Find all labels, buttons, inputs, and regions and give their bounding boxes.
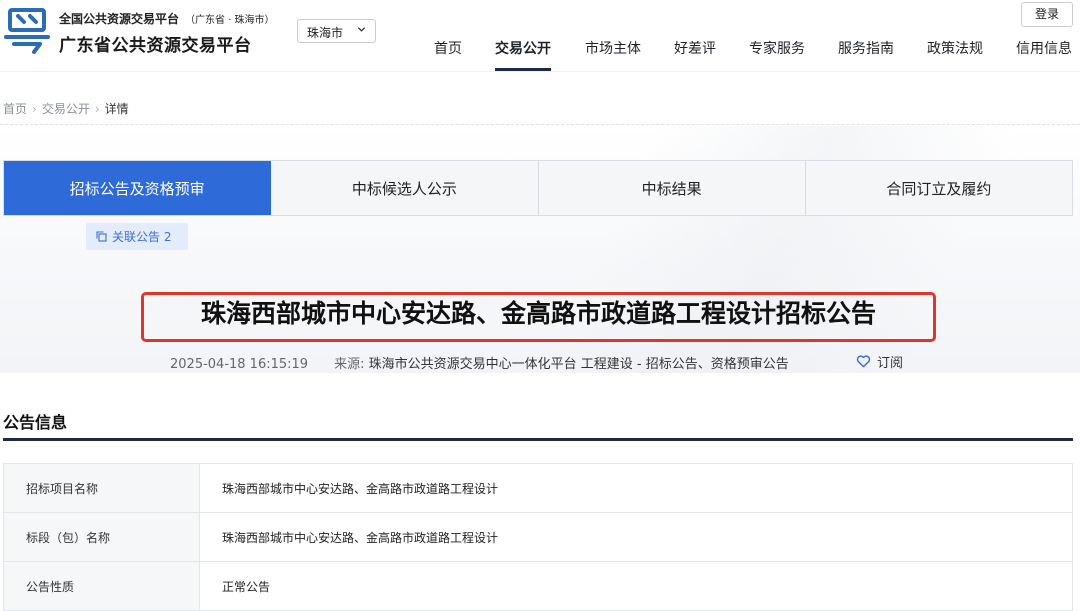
city-select[interactable]: 珠海市 [297, 19, 376, 43]
notice-title: 珠海西部城市中心安达路、金高路市政道路工程设计招标公告 [200, 299, 876, 328]
site-header: 全国公共资源交易平台 （广东省 · 珠海市） 广东省公共资源交易平台 珠海市 登录… [0, 0, 1080, 72]
tab-candidate-publicity[interactable]: 中标候选人公示 [271, 161, 539, 215]
breadcrumb-separator: › [32, 102, 37, 116]
info-value: 珠海西部城市中心安达路、金高路市政道路工程设计 [222, 530, 499, 545]
related-notices-label: 关联公告 2 [112, 230, 172, 244]
section-title-notice-info: 公告信息 [3, 413, 68, 432]
breadcrumb-home[interactable]: 首页 [3, 102, 27, 116]
nav-review[interactable]: 好差评 [674, 38, 716, 72]
nav-expert-service[interactable]: 专家服务 [749, 38, 805, 72]
info-key: 公告性质 [4, 562, 200, 610]
platform-logo-icon[interactable] [4, 6, 50, 54]
chevron-down-icon [357, 27, 366, 32]
notice-source: 珠海市公共资源交易中心一体化平台 工程建设 - 招标公告、资格预审公告 [368, 357, 789, 372]
subscribe-button[interactable]: 订阅 [856, 352, 903, 371]
notice-meta: 2025-04-18 16:15:19 来源: 珠海市公共资源交易中心一体化平台 … [170, 353, 789, 372]
breadcrumb-trade-public[interactable]: 交易公开 [42, 102, 90, 116]
nav-market-entities[interactable]: 市场主体 [585, 38, 641, 72]
publish-datetime: 2025-04-18 16:15:19 [170, 357, 309, 372]
info-key: 标段（包）名称 [4, 513, 200, 561]
tab-contract[interactable]: 合同订立及履约 [806, 161, 1072, 215]
platform-region: （广东省 · 珠海市） [185, 15, 275, 26]
table-row: 公告性质 正常公告 [4, 562, 1072, 611]
info-value: 正常公告 [222, 579, 271, 594]
nav-policy[interactable]: 政策法规 [927, 38, 983, 72]
table-row: 标段（包）名称 珠海西部城市中心安达路、金高路市政道路工程设计 [4, 513, 1072, 562]
table-row: 招标项目名称 珠海西部城市中心安达路、金高路市政道路工程设计 [4, 464, 1072, 513]
platform-name[interactable]: 广东省公共资源交易平台 [59, 31, 252, 56]
login-button[interactable]: 登录 [1021, 2, 1073, 27]
city-select-value: 珠海市 [307, 26, 344, 40]
nav-credit-info[interactable]: 信用信息 [1016, 38, 1072, 72]
breadcrumb: 首页 › 交易公开 › 详情 [3, 100, 129, 117]
breadcrumb-current: 详情 [104, 102, 129, 116]
heart-icon [856, 355, 871, 368]
breadcrumb-divider [0, 124, 1080, 125]
platform-top-title[interactable]: 全国公共资源交易平台 （广东省 · 珠海市） [59, 10, 275, 27]
nav-home[interactable]: 首页 [434, 38, 462, 72]
notice-info-table: 招标项目名称 珠海西部城市中心安达路、金高路市政道路工程设计 标段（包）名称 珠… [3, 463, 1073, 611]
tab-award-result[interactable]: 中标结果 [539, 161, 806, 215]
copy-icon [96, 231, 107, 242]
breadcrumb-separator: › [94, 102, 100, 116]
subscribe-label: 订阅 [877, 356, 904, 371]
related-notices-button[interactable]: 关联公告 2 [86, 223, 188, 250]
info-key: 招标项目名称 [4, 464, 200, 512]
tab-tender-notice[interactable]: 招标公告及资格预审 [4, 161, 272, 215]
source-label: 来源: [334, 357, 365, 372]
nav-service-guide[interactable]: 服务指南 [838, 38, 894, 72]
nav-trade-public[interactable]: 交易公开 [495, 38, 551, 72]
info-value: 珠海西部城市中心安达路、金高路市政道路工程设计 [222, 481, 499, 496]
section-divider [3, 438, 1073, 441]
stage-tabs: 招标公告及资格预审 中标候选人公示 中标结果 合同订立及履约 [3, 160, 1073, 216]
